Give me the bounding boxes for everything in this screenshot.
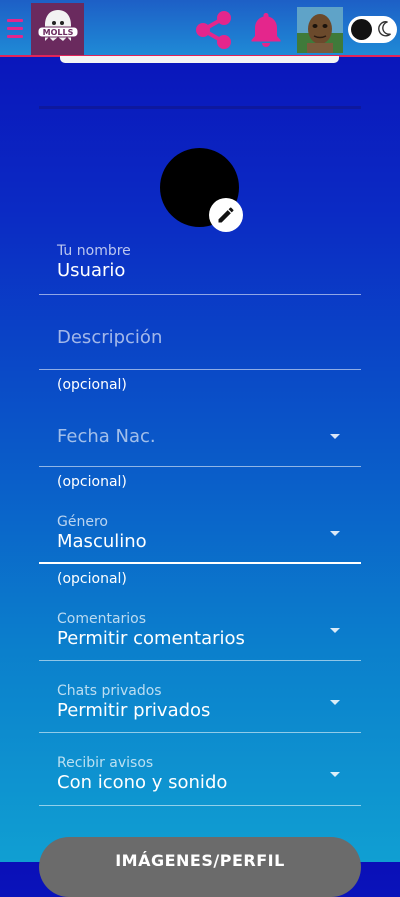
description-helper: (opcional)	[57, 377, 127, 393]
edit-photo-button[interactable]	[209, 198, 243, 232]
dropdown-arrow-icon	[330, 700, 340, 705]
moon-icon	[375, 19, 395, 39]
name-label: Tu nombre	[57, 243, 131, 259]
notifications-label: Recibir avisos	[57, 755, 154, 771]
comments-value: Permitir comentarios	[57, 628, 245, 649]
description-underline	[39, 369, 361, 370]
comments-dropdown[interactable]: Comentarios Permitir comentarios	[39, 608, 361, 661]
notifications-dropdown[interactable]: Recibir avisos Con icono y sonido	[39, 753, 361, 806]
description-placeholder: Descripción	[57, 327, 163, 348]
dropdown-arrow-icon	[330, 772, 340, 777]
description-field[interactable]: Descripción	[39, 305, 361, 370]
private-chats-label: Chats privados	[57, 683, 162, 699]
gender-label: Género	[57, 514, 108, 530]
toggle-knob	[351, 19, 372, 40]
section-divider	[39, 106, 361, 109]
birthdate-underline	[39, 466, 361, 467]
app-logo[interactable]: MOLLS	[31, 3, 84, 55]
top-app-bar: MOLLS	[0, 0, 400, 57]
birthdate-placeholder: Fecha Nac.	[57, 426, 156, 447]
notifications-value: Con icono y sonido	[57, 772, 228, 793]
profile-images-button[interactable]: IMÁGENES/PERFIL	[39, 837, 361, 897]
gender-value: Masculino	[57, 531, 147, 552]
dropdown-arrow-icon	[330, 434, 340, 439]
svg-text:MOLLS: MOLLS	[42, 28, 73, 37]
theme-toggle[interactable]	[348, 16, 397, 43]
dropdown-arrow-icon	[330, 628, 340, 633]
gender-underline	[39, 562, 361, 564]
menu-icon[interactable]	[7, 19, 23, 39]
search-bar-edge	[60, 56, 339, 63]
ghost-logo-icon: MOLLS	[37, 10, 78, 41]
birthdate-helper: (opcional)	[57, 474, 127, 490]
birthdate-dropdown[interactable]: Fecha Nac.	[39, 405, 361, 467]
name-field[interactable]: Tu nombre Usuario	[39, 240, 361, 295]
dropdown-arrow-icon	[330, 531, 340, 536]
pencil-icon	[218, 207, 234, 223]
name-value[interactable]: Usuario	[57, 260, 125, 281]
comments-label: Comentarios	[57, 611, 147, 627]
private-chats-dropdown[interactable]: Chats privados Permitir privados	[39, 680, 361, 733]
name-underline	[39, 294, 361, 295]
private-chats-underline	[39, 732, 361, 733]
gender-helper: (opcional)	[57, 571, 127, 587]
notifications-underline	[39, 805, 361, 806]
private-chats-value: Permitir privados	[57, 700, 211, 721]
share-icon[interactable]	[194, 10, 234, 50]
bell-icon[interactable]	[250, 11, 282, 47]
comments-underline	[39, 660, 361, 661]
gender-dropdown[interactable]: Género Masculino	[39, 510, 361, 564]
user-avatar[interactable]	[297, 7, 343, 53]
